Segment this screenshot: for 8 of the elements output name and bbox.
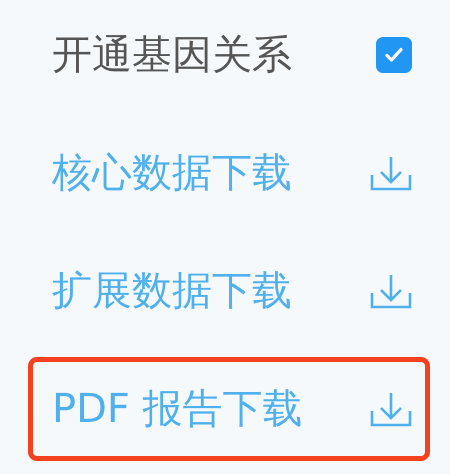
download-link[interactable]: 核心数据下载 xyxy=(52,151,292,195)
download-link[interactable]: 扩展数据下载 xyxy=(52,269,292,313)
checkbox[interactable] xyxy=(376,37,412,73)
download-icon[interactable] xyxy=(370,273,412,309)
option-label: 开通基因关系 xyxy=(52,33,292,77)
download-icon[interactable] xyxy=(370,391,412,427)
download-link[interactable]: PDF 报告下载 xyxy=(52,387,303,431)
download-icon[interactable] xyxy=(370,155,412,191)
